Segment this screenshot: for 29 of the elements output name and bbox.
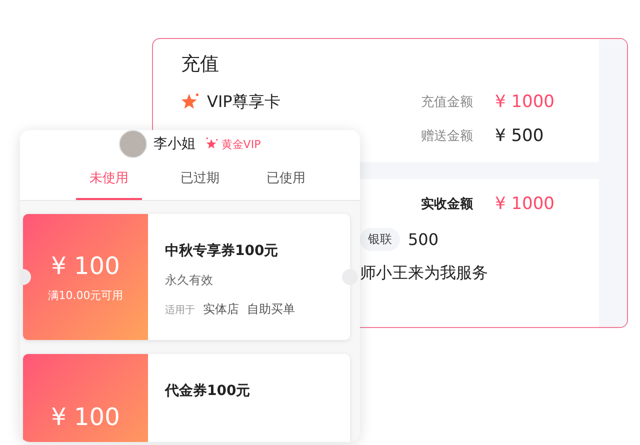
card-title: 充值 — [181, 52, 220, 77]
product-name: VIP尊享卡 — [207, 92, 280, 112]
coupon-amount: ¥ 100 — [51, 403, 120, 431]
amount-value: ¥ 500 — [495, 126, 545, 146]
scope-item: 实体店 — [203, 301, 239, 318]
star-icon — [205, 137, 220, 151]
service-note: 师小王来为我服务 — [360, 263, 489, 284]
coupon-validity: 永久有效 — [165, 272, 214, 289]
amount-label: 充值金额 — [421, 94, 474, 111]
coupon-title: 代金券100元 — [165, 382, 250, 400]
coupon-title: 中秋专享券100元 — [165, 242, 280, 260]
member-level: 黄金VIP — [221, 136, 261, 152]
coupon-card[interactable]: ¥ 100 代金券100元 — [23, 354, 350, 442]
user-name: 李小姐 — [153, 135, 196, 153]
star-icon — [181, 93, 199, 111]
amount-label: 赠送金额 — [421, 128, 474, 145]
avatar — [119, 130, 148, 158]
coupon-condition: 满10.00元可用 — [48, 288, 124, 302]
payment-method-tag: 银联 — [360, 228, 400, 250]
coupon-card[interactable]: ¥ 100 满10.00元可用 中秋专享券100元 永久有效 适用于 实体店 自助买单 — [23, 214, 350, 340]
tab[interactable]: 已过期 — [172, 158, 228, 200]
scope-label: 适用于 — [165, 304, 195, 317]
coupon-amount: ¥ 100 — [51, 252, 120, 280]
received-label: 实收金额 — [421, 196, 474, 213]
tab[interactable]: 已使用 — [258, 158, 314, 200]
scope-item: 自助买单 — [247, 301, 295, 318]
received-value: ¥ 1000 — [495, 194, 556, 214]
payment-amount: 500 — [408, 230, 439, 248]
amount-value: ¥ 1000 — [495, 92, 556, 112]
